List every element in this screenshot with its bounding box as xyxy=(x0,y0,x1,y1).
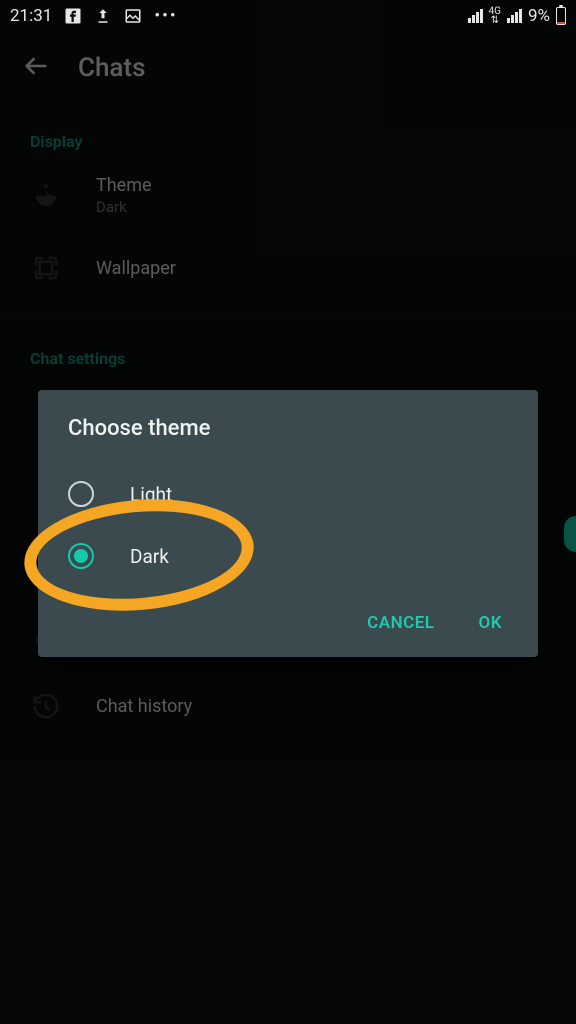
battery-percent: 9% xyxy=(528,6,550,26)
more-notifications-icon: ••• xyxy=(154,6,177,26)
battery-icon xyxy=(556,7,566,25)
theme-dialog: Choose theme Light Dark CANCEL OK xyxy=(38,390,538,657)
signal-icon-2 xyxy=(507,9,522,23)
dialog-title: Choose theme xyxy=(38,416,538,463)
radio-option-dark[interactable]: Dark xyxy=(38,525,538,587)
image-icon xyxy=(124,7,142,25)
radio-icon xyxy=(68,481,94,507)
radio-icon-selected xyxy=(68,543,94,569)
radio-label-dark: Dark xyxy=(130,545,169,568)
signal-icon-1 xyxy=(468,9,483,23)
radio-option-light[interactable]: Light xyxy=(38,463,538,525)
ok-button[interactable]: OK xyxy=(479,613,503,633)
network-4g-icon: 4G⇅ xyxy=(489,7,501,25)
status-time: 21:31 xyxy=(10,6,52,26)
status-bar-right: 4G⇅ 9% xyxy=(468,6,566,26)
status-bar: 21:31 ••• 4G⇅ 9% xyxy=(0,0,576,32)
upload-icon xyxy=(94,7,112,25)
status-bar-left: 21:31 ••• xyxy=(10,6,178,26)
dialog-actions: CANCEL OK xyxy=(38,587,538,641)
cancel-button[interactable]: CANCEL xyxy=(367,613,434,633)
radio-label-light: Light xyxy=(130,483,172,506)
facebook-icon xyxy=(64,7,82,25)
